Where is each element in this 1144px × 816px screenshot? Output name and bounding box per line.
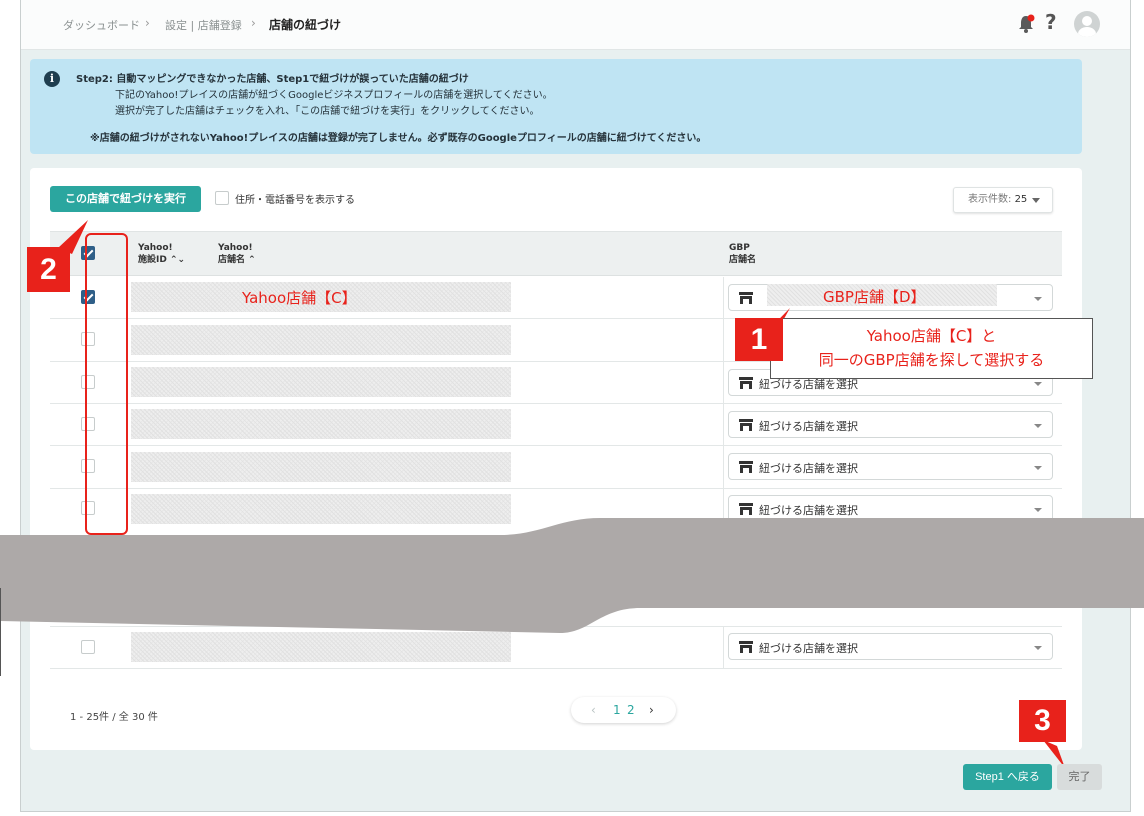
store-icon xyxy=(739,292,753,304)
page-title: 店舗の紐づけ xyxy=(269,18,342,32)
per-page-value: 25 xyxy=(1014,194,1028,205)
column-header-gbp-name: GBP 店舗名 xyxy=(729,243,757,265)
info-icon: i xyxy=(44,71,60,87)
breadcrumb-separator: › xyxy=(251,16,256,30)
execute-mapping-button[interactable]: この店舗で紐づけを実行 xyxy=(50,186,201,212)
sort-ascending-icon[interactable]: ⌃ xyxy=(248,255,256,265)
gbp-select-placeholder: 紐づける店舗を選択 xyxy=(759,462,858,475)
page-1-button[interactable]: 1 xyxy=(613,697,621,723)
chevron-down-icon xyxy=(1034,297,1042,301)
gbp-select-placeholder: 紐づける店舗を選択 xyxy=(759,420,858,433)
annotation-yahoo-store: Yahoo店舗【C】 xyxy=(242,289,357,307)
next-page-button[interactable]: › xyxy=(649,697,654,723)
info-banner: i Step2: 自動マッピングできなかった店舗、Step1で紐づけが誤っていた… xyxy=(30,59,1082,154)
info-title: Step2: 自動マッピングできなかった店舗、Step1で紐づけが誤っていた店舗… xyxy=(76,74,469,85)
table-header xyxy=(50,231,1062,276)
breadcrumb-settings[interactable]: 設定 | 店舗登録 xyxy=(165,17,242,33)
gbp-store-select[interactable]: 紐づける店舗を選択 xyxy=(728,633,1053,660)
pagination-range: 1 - 25件 / 全 30 件 xyxy=(70,712,158,723)
show-address-label: 住所・電話番号を表示する xyxy=(235,195,355,206)
masked-yahoo-row xyxy=(131,367,511,397)
masked-yahoo-row xyxy=(131,632,511,662)
store-icon xyxy=(739,641,753,653)
annotation-note: Yahoo店舗【C】と 同一のGBP店舗を探して選択する xyxy=(770,318,1093,379)
info-line-1: 下記のYahoo!プレイスの店舗が紐づくGoogleビジネスプロフィールの店舗を… xyxy=(115,90,553,101)
prev-page-button[interactable]: ‹ xyxy=(591,697,596,723)
row-checkbox[interactable] xyxy=(81,640,95,654)
masked-yahoo-row xyxy=(131,325,511,355)
masked-yahoo-row xyxy=(131,409,511,439)
gbp-select-placeholder: 紐づける店舗を選択 xyxy=(759,642,858,655)
column-header-yahoo-name[interactable]: Yahoo! 店舗名 ⌃ xyxy=(218,242,256,266)
chevron-down-icon xyxy=(1034,466,1042,470)
chevron-down-icon xyxy=(1032,198,1040,203)
chevron-down-icon xyxy=(1034,382,1042,386)
content-break-wave xyxy=(0,518,1144,633)
top-header: ダッシュボード › 設定 | 店舗登録 › 店舗の紐づけ ? xyxy=(21,0,1130,50)
page-2-button[interactable]: 2 xyxy=(627,697,635,723)
store-icon xyxy=(739,377,753,389)
masked-yahoo-row xyxy=(131,452,511,482)
avatar[interactable] xyxy=(1074,11,1100,37)
gbp-store-select[interactable]: 紐づける店舗を選択 xyxy=(728,453,1053,480)
breadcrumb-dashboard[interactable]: ダッシュボード xyxy=(63,17,140,33)
chevron-down-icon xyxy=(1034,424,1042,428)
back-to-step1-button[interactable]: Step1 へ戻る xyxy=(963,764,1052,790)
step-badge-3: 3 xyxy=(1019,700,1066,742)
checkbox-column-highlight xyxy=(85,233,128,535)
pagination: ‹ 1 2 › xyxy=(571,697,676,723)
annotation-note-line-1: Yahoo店舗【C】と xyxy=(866,327,997,345)
column-header-yahoo-id[interactable]: Yahoo! 施設ID ⌃⌄ xyxy=(138,242,185,266)
done-button[interactable]: 完了 xyxy=(1057,764,1102,790)
annotation-note-line-2: 同一のGBP店舗を探して選択する xyxy=(818,351,1045,369)
bell-icon[interactable] xyxy=(1017,14,1035,34)
left-divider xyxy=(0,588,1,676)
store-icon xyxy=(739,461,753,473)
chevron-down-icon xyxy=(1034,646,1042,650)
store-icon xyxy=(739,503,753,515)
per-page-label: 表示件数: xyxy=(968,194,1012,205)
info-line-2: 選択が完了した店舗はチェックを入れ、「この店舗で紐づけを実行」をクリックしてくだ… xyxy=(115,106,540,117)
step-badge-1: 1 xyxy=(735,318,783,361)
store-icon xyxy=(739,419,753,431)
annotation-gbp-store: GBP店舗【D】 xyxy=(823,288,926,306)
breadcrumb-separator: › xyxy=(145,16,150,30)
show-address-checkbox[interactable] xyxy=(215,191,229,205)
per-page-select[interactable]: 表示件数: 25 xyxy=(953,187,1053,213)
info-warning: ※店舗の紐づけがされないYahoo!プレイスの店舗は登録が完了しません。必ず既存… xyxy=(90,133,707,144)
step-badge-2: 2 xyxy=(27,247,70,292)
gbp-store-select[interactable]: 紐づける店舗を選択 xyxy=(728,411,1053,438)
help-icon[interactable]: ? xyxy=(1045,10,1057,34)
sort-icon[interactable]: ⌃⌄ xyxy=(170,255,185,265)
gbp-select-placeholder: 紐づける店舗を選択 xyxy=(759,504,858,517)
chevron-down-icon xyxy=(1034,508,1042,512)
